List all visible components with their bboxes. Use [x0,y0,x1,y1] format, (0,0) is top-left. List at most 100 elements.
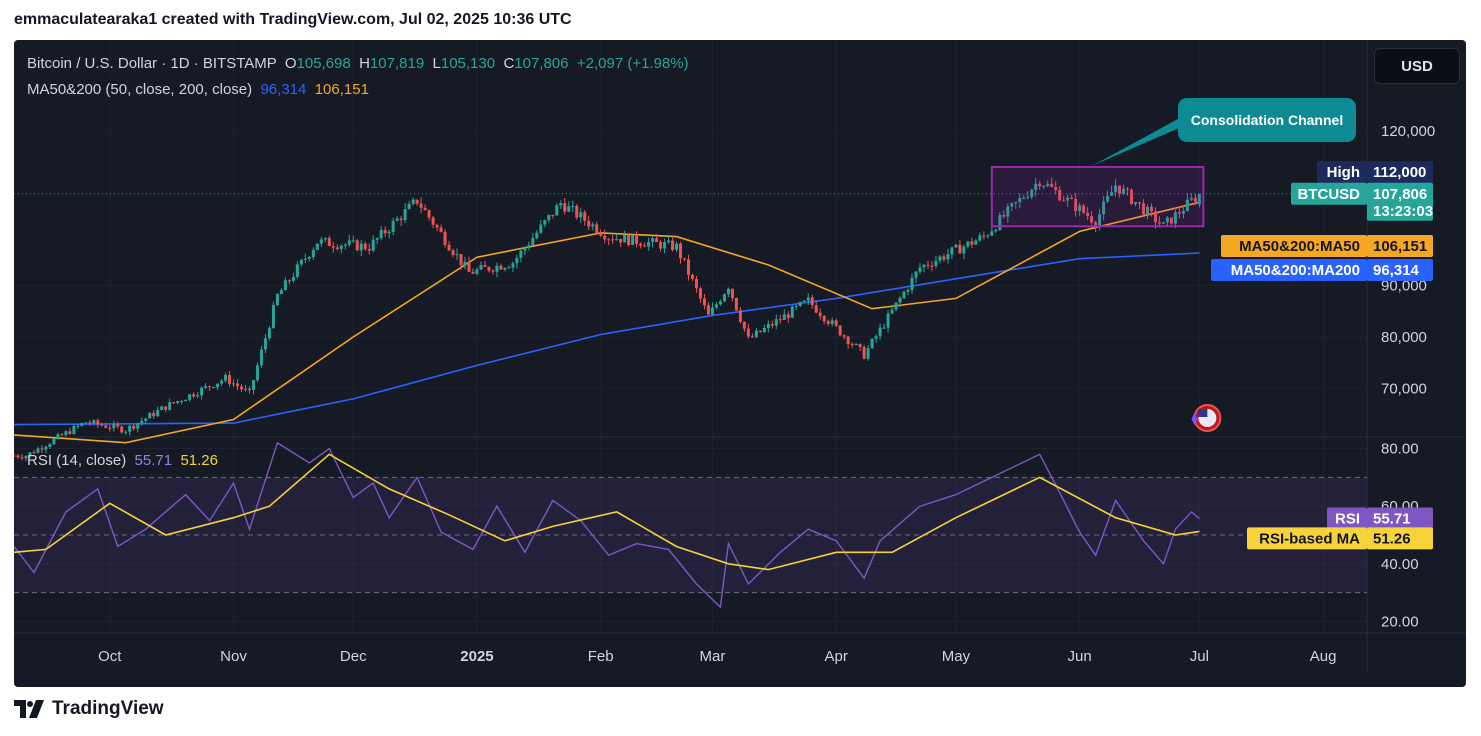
candle-body-84 [347,240,351,245]
candle-body-91 [375,238,379,240]
candle-body-121 [495,265,499,272]
candle-body-239 [966,241,970,247]
chart-frame[interactable]: 70,000 80,000 90,000 120,000 20.00 40.00 60.00… [14,40,1466,687]
price-tick-label-3: 120,000 [1381,123,1435,140]
candle-body-154 [627,234,631,245]
candle-body-95 [391,220,395,232]
candle-body-181 [734,297,738,311]
candle-body-148 [603,235,607,240]
candle-body-231 [934,260,938,266]
candle-body-48 [204,385,208,388]
candle-body-189 [766,324,770,329]
ma-legend-value-2: 106,151 [314,81,369,98]
candle-body-145 [591,224,595,227]
candle-body-133 [543,220,547,225]
candle-body-151 [615,238,619,241]
candle-body-99 [407,203,411,210]
candle-body-207 [838,325,842,336]
ma-indicator-title[interactable]: MA50&200 (50, close, 200, close) [27,81,252,98]
time-tick-label-0: Oct [98,648,122,665]
candle-body-194 [786,314,790,318]
time-tick-label-6: Apr [825,648,848,665]
candle-body-213 [862,347,866,359]
candle-body-34 [148,412,152,419]
candle-body-40 [172,402,176,404]
us-flag-event-canton [1198,409,1208,417]
candle-body-170 [690,274,694,279]
candle-body-227 [918,267,922,272]
symbol-title[interactable]: Bitcoin / U.S. Dollar · 1D · BITSTAMP [27,55,277,72]
candle-body-136 [555,205,559,216]
high-value: 107,819 [369,55,425,72]
candle-body-150 [611,239,615,241]
candle-body-49 [208,385,212,387]
candle-body-220 [890,309,894,314]
candle-body-209 [846,336,850,345]
time-tick-label-10: Aug [1310,648,1337,665]
change-value: +2,097 (+1.98%) [576,55,689,72]
candle-body-152 [619,238,623,243]
candle-body-204 [826,321,830,324]
candle-body-224 [906,289,910,292]
rsi-tick-label-0: 20.00 [1381,613,1419,630]
candle-body-21 [96,420,100,425]
candle-body-70 [291,276,295,281]
rsi-ma-tag-label: RSI-based MA [1259,530,1360,547]
candle-body-218 [882,327,886,329]
candle-body-83 [343,244,347,246]
candle-body-110 [451,250,455,255]
candle-body-0 [14,455,16,457]
candle-body-161 [655,238,659,242]
candle-body-242 [978,235,982,241]
time-tick-label-8: Jun [1068,648,1092,665]
candle-body-22 [100,424,104,426]
candle-body-97 [399,218,403,221]
candle-body-183 [742,321,746,329]
ma-legend-value-1: 96,314 [260,81,307,98]
candle-body-132 [539,224,543,233]
candle-body-94 [387,231,391,234]
candle-body-72 [299,259,303,265]
candle-body-96 [395,218,399,221]
candle-body-10 [52,438,56,445]
open-value: 105,698 [296,55,351,72]
candle-body-59 [247,388,251,390]
btcusd-tag-label: BTCUSD [1298,186,1361,203]
candle-body-116 [475,269,479,274]
candle-body-8 [44,446,48,450]
rsi-legend: RSI (14, close) 55.71 51.26 [27,452,218,469]
candle-body-30 [132,425,136,429]
rsi-indicator-title[interactable]: RSI (14, close) [27,452,126,469]
candle-body-217 [878,327,882,337]
tradingview-logo-icon [14,700,44,718]
candle-body-75 [311,249,315,258]
candle-body-69 [287,280,291,282]
price-tick-label-0: 70,000 [1381,381,1427,398]
candle-body-202 [818,312,822,317]
open-label: O [284,55,297,72]
time-tick-label-5: Mar [700,648,726,665]
candle-body-119 [487,266,491,271]
candle-body-174 [706,305,710,315]
candle-body-187 [758,330,762,333]
footer-logo[interactable]: TradingView [14,698,164,720]
candle-body-55 [232,383,236,385]
candle-body-33 [144,418,148,421]
candle-body-1 [16,455,20,458]
candle-body-87 [359,243,363,251]
currency-button[interactable]: USD [1374,48,1460,84]
btcusd-tag-value: 107,806 [1373,186,1427,203]
price-legend: Bitcoin / U.S. Dollar · 1D · BITSTAMP O1… [27,55,689,72]
overlay-layer [14,102,1367,432]
time-tick-label-1: Nov [220,648,247,665]
candle-body-147 [599,232,603,236]
ma200-tag-label: MA50&200:MA200 [1231,262,1360,279]
candle-body-127 [519,250,523,258]
candle-body-126 [515,257,519,264]
candle-body-130 [531,238,535,246]
candle-body-46 [196,395,200,397]
ma50-tag-value: 106,151 [1373,238,1427,255]
candle-body-38 [164,406,168,410]
candle-body-80 [331,245,335,248]
ma200-line [14,252,1200,426]
